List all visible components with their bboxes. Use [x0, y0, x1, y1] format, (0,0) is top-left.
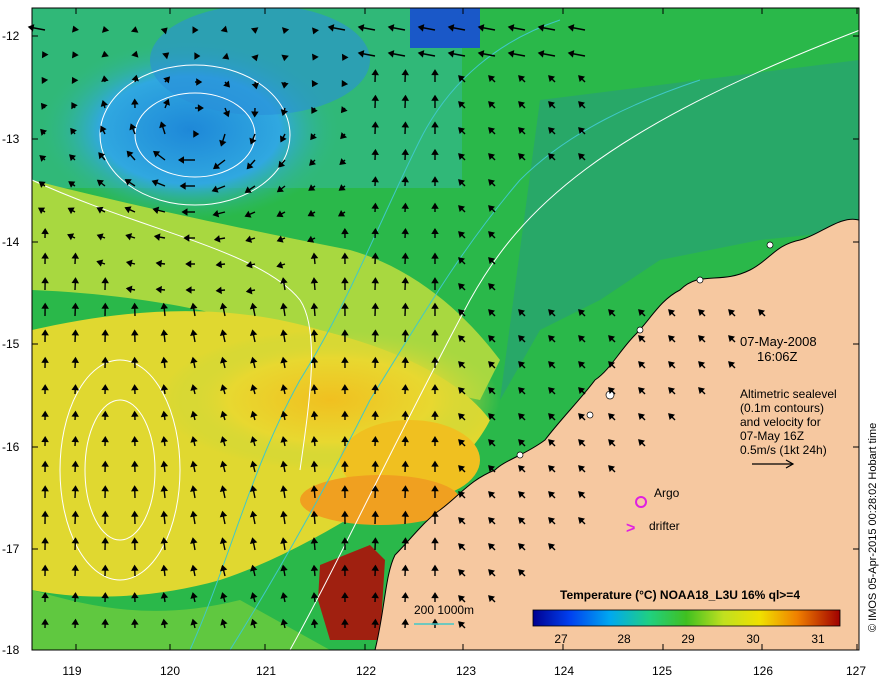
- drifter-symbol: >: [626, 520, 635, 537]
- lon-tick-label: 124: [554, 664, 574, 678]
- annotation-line: Altimetric sealevel: [740, 387, 837, 401]
- annotation-date: 07-May-2008: [740, 334, 817, 349]
- lat-tick-labels: -12 -13 -14 -15 -16 -17 -18: [2, 29, 20, 657]
- lat-tick-label: -18: [2, 643, 20, 657]
- lon-tick-label: 126: [753, 664, 773, 678]
- colorbar-tick: 28: [617, 632, 631, 646]
- lon-tick-labels: 119 120 121 122 123 124 125 126 127: [62, 664, 866, 678]
- lat-tick-label: -13: [2, 132, 20, 146]
- lon-tick-label: 119: [62, 664, 81, 678]
- colorbar-gradient: [532, 609, 841, 627]
- lon-tick-label: 125: [652, 664, 672, 678]
- lon-tick-label: 122: [356, 664, 376, 678]
- annotation-line: 07-May 16Z: [740, 429, 804, 443]
- sst-map: -12 -13 -14 -15 -16 -17 -18 119 120 121 …: [2, 7, 879, 678]
- lon-tick-label: 123: [456, 664, 476, 678]
- lon-tick-label: 127: [846, 664, 866, 678]
- annotation-line: and velocity for: [740, 415, 821, 429]
- drifter-label: drifter: [649, 519, 680, 533]
- annotation-line: 0.5m/s (1kt 24h): [740, 443, 827, 457]
- bathymetry-label: 200 1000m: [414, 603, 474, 617]
- colorbar-tick: 30: [746, 632, 760, 646]
- lon-tick-label: 120: [160, 664, 180, 678]
- lat-tick-label: -14: [2, 235, 20, 249]
- lat-tick-label: -12: [2, 29, 20, 43]
- argo-label: Argo: [654, 486, 680, 500]
- annotation-line: (0.1m contours): [740, 401, 824, 415]
- lat-tick-label: -15: [2, 337, 20, 351]
- credit-text: © IMOS 05-Apr-2015 00:28:02 Hobart time: [867, 423, 879, 632]
- colorbar-tick: 31: [811, 632, 825, 646]
- lat-tick-label: -17: [2, 542, 20, 556]
- colorbar-tick: 27: [554, 632, 568, 646]
- lon-tick-label: 121: [256, 664, 276, 678]
- lat-tick-label: -16: [2, 440, 20, 454]
- velocity-arrow-head: [27, 24, 35, 32]
- annotation-time: 16:06Z: [757, 349, 798, 364]
- colorbar-title: Temperature (°C) NOAA18_L3U 16% ql>=4: [560, 588, 800, 602]
- colorbar-tick: 29: [681, 632, 695, 646]
